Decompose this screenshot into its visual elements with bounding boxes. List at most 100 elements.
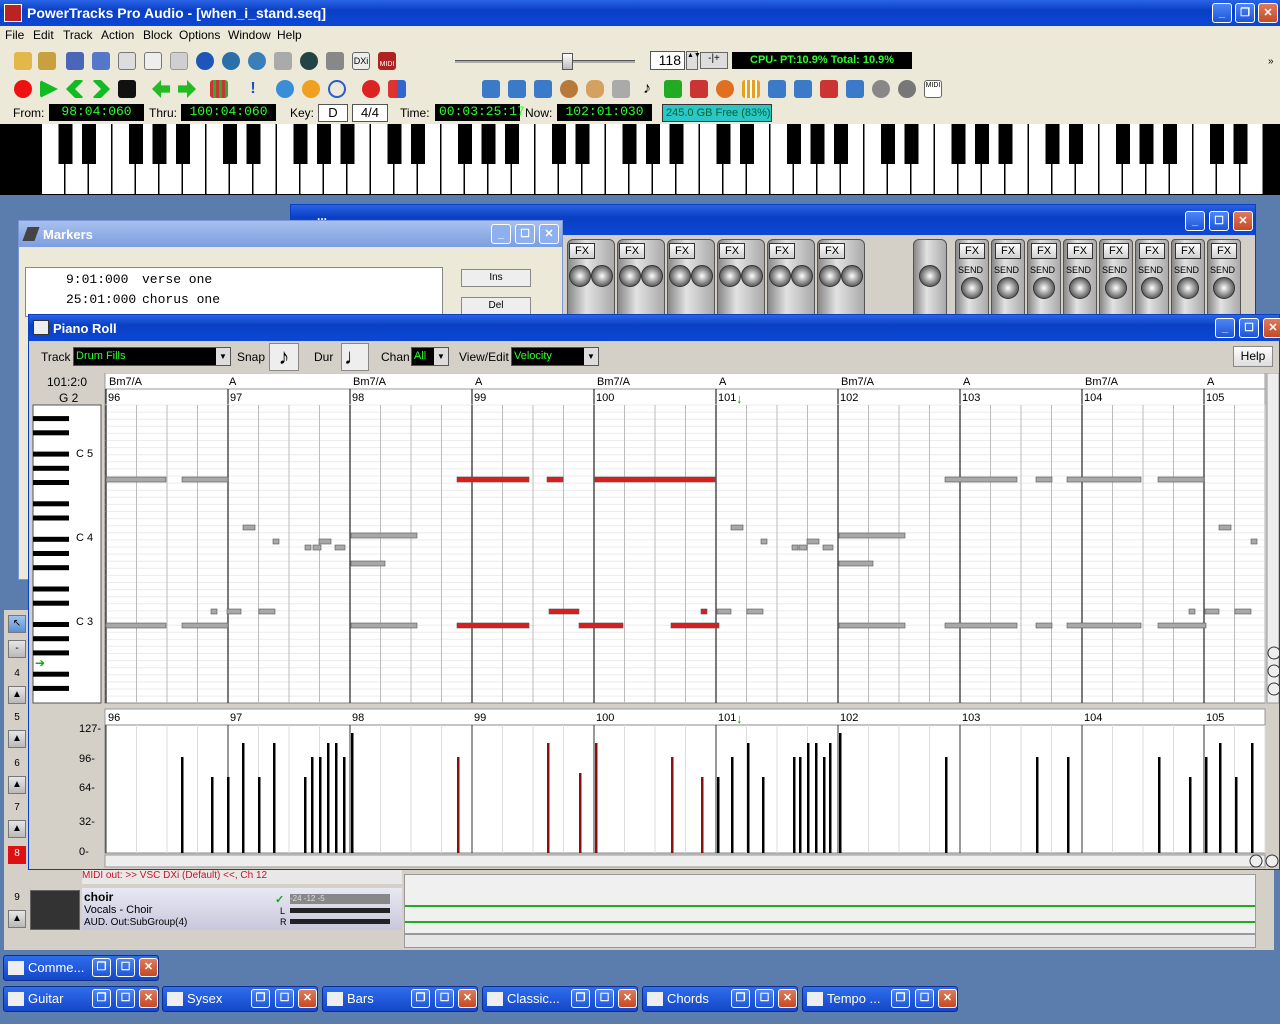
zoom-out-icon[interactable] [1249, 854, 1263, 868]
velocity-bar[interactable] [351, 733, 354, 853]
black-key[interactable] [340, 124, 355, 164]
menu-track[interactable]: Track [63, 28, 93, 42]
velocity-bar[interactable] [1158, 757, 1161, 853]
open-folder-icon[interactable] [14, 52, 32, 70]
black-key[interactable] [33, 650, 69, 656]
velocity-bar[interactable] [1036, 757, 1039, 853]
note[interactable] [716, 608, 732, 615]
velocity-bar[interactable] [304, 777, 307, 853]
view-edit-select[interactable]: Velocity ▼ [511, 347, 599, 366]
velocity-bar[interactable] [1205, 757, 1208, 853]
black-key[interactable] [176, 124, 190, 164]
no-icon[interactable] [362, 80, 380, 98]
note[interactable] [578, 622, 624, 629]
menu-edit[interactable]: Edit [33, 28, 54, 42]
note[interactable] [944, 476, 1018, 483]
note[interactable] [1066, 622, 1142, 629]
send-knob[interactable] [1177, 277, 1199, 299]
velocity-bar[interactable] [1251, 743, 1254, 853]
task-restore-button[interactable]: ❐ [92, 989, 111, 1008]
zoom-in-icon[interactable] [1265, 854, 1279, 868]
note[interactable] [350, 622, 418, 629]
black-key[interactable] [834, 124, 848, 164]
tempo-slider-track[interactable] [455, 60, 635, 63]
keyboard-keys[interactable] [0, 124, 1280, 195]
black-key[interactable] [740, 124, 754, 164]
wave-icon[interactable] [820, 80, 838, 98]
track-hscrollbar[interactable] [404, 934, 1256, 948]
rvb-knob[interactable] [641, 265, 663, 287]
velocity-bar[interactable] [1189, 777, 1192, 853]
velocity-bar[interactable] [815, 743, 818, 853]
menu-help[interactable]: Help [277, 28, 302, 42]
task-restore-button[interactable]: ❐ [251, 989, 270, 1008]
fx-button[interactable]: FX [569, 243, 595, 259]
palette-icon[interactable] [716, 80, 734, 98]
now-field[interactable]: 102:01:030 [557, 104, 652, 121]
task-bars[interactable]: Bars ❐ ☐ ✕ [322, 986, 478, 1012]
note[interactable] [1234, 608, 1252, 615]
time-field[interactable]: 00:03:25:17 [435, 104, 525, 121]
velocity-bar[interactable] [258, 777, 261, 853]
midi-device-icon[interactable]: MIDI [924, 80, 942, 98]
rvb-knob[interactable] [791, 265, 813, 287]
velocity-bar[interactable] [343, 757, 346, 853]
mixer-close-button[interactable]: ✕ [1233, 211, 1253, 231]
black-key[interactable] [33, 501, 69, 507]
menu-options[interactable]: Options [179, 28, 220, 42]
send-fx-button[interactable]: FX [995, 243, 1021, 259]
black-key[interactable] [552, 124, 566, 164]
velocity-bar[interactable] [1067, 757, 1070, 853]
note[interactable] [594, 476, 716, 483]
aux-knob[interactable] [769, 265, 791, 287]
send-fx-button[interactable]: FX [1103, 243, 1129, 259]
black-key[interactable] [58, 124, 73, 164]
tempo-slider-thumb[interactable] [562, 53, 573, 70]
zoom-fit-icon[interactable] [1267, 646, 1279, 660]
metronome-icon[interactable] [872, 80, 890, 98]
task-close-button[interactable]: ✕ [458, 989, 477, 1008]
note[interactable] [350, 532, 418, 539]
send-knob[interactable] [997, 277, 1019, 299]
velocity-bar[interactable] [717, 777, 720, 853]
black-key[interactable] [1045, 124, 1060, 164]
send-fx-button[interactable]: FX [1211, 243, 1237, 259]
piano-roll-grid[interactable]: Bm7/A A Bm7/A A Bm7/A A Bm7/A A Bm7/A A 96 97 98 99 10… [29, 373, 1279, 869]
black-key[interactable] [246, 124, 261, 164]
note[interactable] [806, 538, 820, 545]
note[interactable] [181, 476, 229, 483]
windows-icon[interactable] [388, 80, 406, 98]
stop-icon[interactable] [118, 80, 136, 98]
note[interactable] [312, 544, 322, 551]
play-icon[interactable] [40, 80, 58, 98]
black-key[interactable] [129, 124, 143, 164]
black-key[interactable] [33, 586, 69, 592]
black-key[interactable] [33, 636, 69, 642]
black-key[interactable] [575, 124, 590, 164]
black-key[interactable] [622, 124, 637, 164]
markers-insert-button[interactable]: Ins [461, 269, 531, 287]
from-field[interactable]: 98:04:060 [49, 104, 144, 121]
snap-note-icon[interactable]: ♪ [269, 343, 299, 371]
record-icon[interactable] [14, 80, 32, 98]
send-knob[interactable] [1213, 277, 1235, 299]
b-icon[interactable] [508, 80, 526, 98]
save-as-icon[interactable] [92, 52, 110, 70]
task-guitar[interactable]: Guitar ❐ ☐ ✕ [3, 986, 159, 1012]
task-restore-button[interactable]: ❐ [411, 989, 430, 1008]
note[interactable] [1218, 524, 1232, 531]
black-key[interactable] [481, 124, 496, 164]
l-icon[interactable] [846, 80, 864, 98]
black-key[interactable] [33, 430, 69, 436]
velocity-bar[interactable] [793, 757, 796, 853]
send-knob[interactable] [961, 277, 983, 299]
note[interactable] [838, 622, 906, 629]
task-close-button[interactable]: ✕ [298, 989, 317, 1008]
tool-minus-button[interactable]: - [8, 640, 26, 658]
fx-button[interactable]: FX [669, 243, 695, 259]
track-up-icon[interactable]: ▲ [8, 820, 26, 838]
black-key[interactable] [458, 124, 472, 164]
black-key[interactable] [646, 124, 660, 164]
note[interactable] [105, 476, 167, 483]
velocity-bar[interactable] [181, 757, 184, 853]
